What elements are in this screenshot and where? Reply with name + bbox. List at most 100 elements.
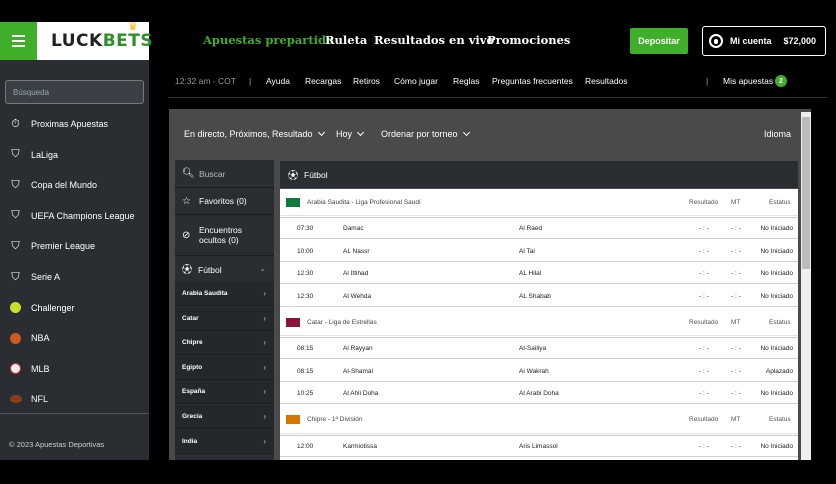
- link-resultados[interactable]: Resultados: [585, 76, 628, 86]
- league-name: Catar - Liga de Estrellas: [307, 318, 377, 326]
- soccer-shield-icon: ⛉: [11, 148, 20, 161]
- chevron-down-icon: [356, 128, 365, 137]
- link-preguntas-frecuentes[interactable]: Preguntas frecuentes: [492, 76, 573, 86]
- match-row[interactable]: 08:15 Al Rayyan Al-Sailiya - : - - : - No Ini…: [280, 337, 798, 359]
- country-label: Chipre: [182, 339, 203, 347]
- country-item[interactable]: España ›: [175, 380, 274, 405]
- sidebar-item-challenger[interactable]: Challenger: [0, 293, 149, 323]
- country-label: Egipto: [182, 363, 203, 371]
- match-mt: - : -: [731, 367, 741, 375]
- match-status: No Iniciado: [760, 247, 793, 255]
- country-item[interactable]: Grecia ›: [175, 405, 274, 429]
- sidebar-item-serie-a[interactable]: ⛉ Serie A: [0, 262, 149, 292]
- scrollbar-thumb[interactable]: [802, 117, 810, 269]
- soccer-ball-icon: ⚽︎: [182, 264, 192, 276]
- favorites-button[interactable]: ☆ Favoritos (0): [175, 188, 274, 214]
- match-status: No Iniciado: [760, 292, 793, 300]
- col-result: Resultado: [689, 198, 719, 206]
- search-input[interactable]: Búsqueda: [5, 80, 144, 104]
- football-icon: [9, 393, 22, 406]
- nav-promociones[interactable]: Promociones: [487, 33, 570, 47]
- match-row[interactable]: 07:30 Damac Al Raed - : - - : - No Iniciado: [280, 217, 798, 239]
- sidebar-item-copa-del-mundo[interactable]: ⛉ Copa del Mundo: [0, 170, 149, 200]
- country-item[interactable]: Arabia Saudita ›: [175, 282, 274, 306]
- star-icon: ☆: [182, 195, 191, 207]
- nav-resultados-en-vivo[interactable]: Resultados en vivo: [374, 33, 494, 47]
- match-status: No Iniciado: [760, 442, 793, 450]
- sidebar-item-nfl[interactable]: NFL: [0, 384, 149, 414]
- away-team: AL Hilal: [519, 270, 542, 277]
- away-team: Aris Limassol: [519, 442, 558, 450]
- nav-apuestas-prepartido[interactable]: Apuestas prepartido: [203, 33, 334, 47]
- home-team: Damac: [343, 225, 364, 232]
- match-row[interactable]: 10:25 Al Ahli Doha Al Arabi Doha - : - - : -…: [280, 382, 798, 404]
- match-row[interactable]: 10:00 AL Nassr Al Tai - : - - : - No Iniciado: [280, 240, 798, 262]
- col-result: Resultado: [689, 416, 719, 423]
- divider: |: [249, 76, 252, 86]
- deposit-button[interactable]: Depositar: [630, 28, 688, 54]
- link-reglas[interactable]: Reglas: [453, 76, 479, 86]
- sidebar-item-label: UEFA Champions League: [31, 210, 135, 221]
- match-status: No Iniciado: [760, 390, 793, 397]
- scrollbar[interactable]: [801, 112, 811, 460]
- sidebar-item-uefa-champions-league[interactable]: ⛉ UEFA Champions League: [0, 201, 149, 231]
- match-status: No Iniciado: [760, 270, 793, 277]
- chevron-right-icon: ›: [263, 289, 266, 298]
- link-ayuda[interactable]: Ayuda: [266, 76, 290, 86]
- sidebar-item-mlb[interactable]: MLB: [0, 354, 149, 384]
- basketball-icon: [9, 332, 22, 345]
- sidebar-item-label: Serie A: [31, 272, 61, 282]
- language-button[interactable]: Idioma: [764, 129, 791, 139]
- menu-icon[interactable]: [0, 22, 37, 60]
- search-icon: 🔍︎: [182, 168, 195, 179]
- view-filter-dropdown[interactable]: En directo, Próximos, Resultado: [184, 128, 325, 139]
- sidebar-item-premier-league[interactable]: ⛉ Premier League: [0, 231, 149, 261]
- sport-futbol-toggle[interactable]: ⚽︎ Fútbol ⌄: [175, 256, 274, 280]
- logo[interactable]: LUCKBETS ♛: [37, 20, 153, 60]
- match-time: 12:00: [297, 442, 314, 450]
- league-header: Catar - Liga de Estrellas Resultado MT Esta…: [280, 309, 798, 336]
- match-status: Aplazado: [765, 367, 793, 375]
- soccer-shield-icon: ⛉: [11, 209, 20, 222]
- match-row[interactable]: 12:00 Karmiotissa Aris Limassol - : - - : - N…: [280, 434, 798, 457]
- order-dropdown[interactable]: Ordenar por torneo: [381, 128, 470, 139]
- app-root: LUCKBETS ♛ Búsqueda ⏱︎ Proximas Apuestas ⛉ L…: [0, 0, 836, 484]
- divider: [280, 217, 798, 218]
- account-button[interactable]: Mi cuenta $72,000: [702, 26, 826, 56]
- match-row[interactable]: 12:30 Al Wehda AL Shabab - : - - : - No Inici…: [280, 285, 798, 307]
- league-header: Chipre - 1ª División Resultado MT Estatus: [280, 406, 798, 434]
- day-filter-dropdown[interactable]: Hoy: [336, 128, 365, 139]
- sidebar-item-proximas-apuestas[interactable]: ⏱︎ Proximas Apuestas: [0, 109, 149, 139]
- match-time: 07:30: [297, 225, 314, 232]
- link-retiros[interactable]: Retiros: [353, 76, 380, 86]
- buscar-button[interactable]: 🔍︎ Buscar: [175, 160, 274, 187]
- home-team: Al-Shamal: [343, 367, 373, 375]
- col-mt: MT: [731, 416, 741, 423]
- match-mt: - : -: [731, 225, 741, 232]
- sidebar: Búsqueda ⏱︎ Proximas Apuestas ⛉ LaLiga ⛉ Copa…: [0, 60, 149, 460]
- match-row[interactable]: 12:30 Al Ittihad AL Hilal - : - - : - No Inic…: [280, 262, 798, 284]
- country-item[interactable]: Chipre ›: [175, 331, 274, 356]
- sidebar-item-laliga[interactable]: ⛉ LaLiga: [0, 140, 149, 170]
- match-status: No Iniciado: [760, 225, 793, 232]
- away-team: Al Tai: [519, 247, 535, 255]
- my-bets-link[interactable]: Mis apuestas: [723, 76, 773, 86]
- link-recargas[interactable]: Recargas: [305, 76, 341, 86]
- home-team: Al Rayyan: [343, 345, 373, 352]
- divider: [280, 337, 798, 338]
- hidden-matches-button[interactable]: ⊘ Encuentros ocultos (0): [175, 215, 274, 255]
- match-time: 08:15: [297, 345, 314, 352]
- nav-ruleta[interactable]: Ruleta: [325, 33, 367, 47]
- match-time: 10:25: [297, 390, 314, 397]
- league-name: Arabia Saudita - Liga Profesional Saudí: [307, 198, 421, 206]
- match-time: 10:00: [297, 247, 314, 255]
- country-item[interactable]: Egipto ›: [175, 355, 274, 380]
- sidebar-item-nba[interactable]: NBA: [0, 323, 149, 353]
- link-como-jugar[interactable]: Cómo jugar: [394, 76, 438, 86]
- match-row[interactable]: 08:15 Al-Shamal Al Wakrah - : - - : - Aplazad…: [280, 360, 798, 382]
- sidebar-item-label: MLB: [31, 363, 50, 374]
- soccer-ball-icon: ⚽︎: [288, 171, 298, 182]
- country-item[interactable]: India ›: [175, 429, 274, 454]
- country-item[interactable]: Catar ›: [175, 306, 274, 331]
- col-mt: MT: [731, 198, 741, 206]
